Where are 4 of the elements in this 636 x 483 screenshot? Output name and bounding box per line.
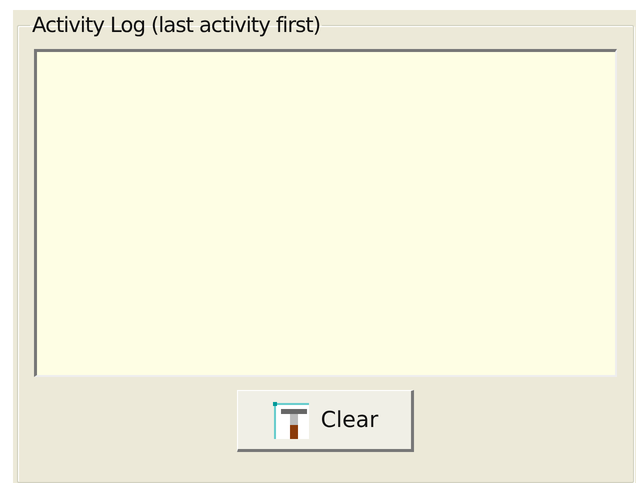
clear-button[interactable]: Clear: [237, 390, 414, 452]
activity-log-list[interactable]: [34, 49, 617, 377]
eraser-icon: [270, 400, 311, 440]
group-title: Activity Log (last activity first): [31, 13, 322, 37]
